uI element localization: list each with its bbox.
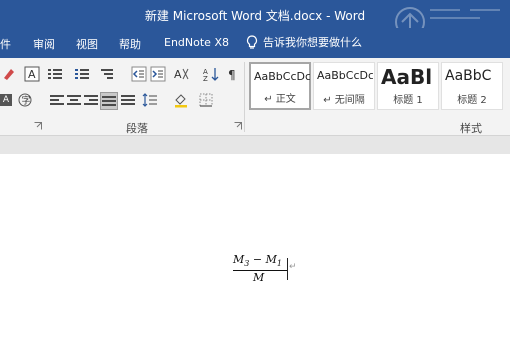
- eq-var: M: [233, 253, 245, 266]
- style-name: ↵ 正文: [264, 94, 296, 105]
- style-name: ↵ 无间隔: [323, 95, 365, 106]
- svg-text:A: A: [28, 68, 36, 81]
- distributed-icon[interactable]: [121, 95, 137, 107]
- document-page[interactable]: [0, 154, 510, 340]
- multilevel-list-icon[interactable]: [101, 68, 117, 80]
- workspace-gap: [0, 136, 510, 154]
- style-sample: AaBbC: [445, 68, 492, 84]
- group-label-paragraph: 段落: [126, 122, 148, 135]
- bullets-icon[interactable]: [48, 68, 64, 80]
- align-center-icon[interactable]: [67, 95, 83, 107]
- asian-layout-icon[interactable]: A: [173, 66, 189, 82]
- svg-text:Z: Z: [203, 75, 208, 82]
- enclose-char-icon[interactable]: 字: [17, 92, 33, 108]
- style-name: 标题 1: [393, 95, 423, 106]
- style-sample: AaBbCcDc: [254, 70, 310, 83]
- tab-view[interactable]: 视图: [76, 36, 98, 52]
- eq-var: M: [265, 253, 277, 266]
- style-heading-2[interactable]: AaBbC 标题 2: [441, 62, 503, 110]
- dialog-launcher-icon[interactable]: [34, 122, 42, 130]
- svg-text:¶: ¶: [228, 68, 236, 82]
- ribbon-tabs: 件 审阅 视图 帮助 EndNote X8 告诉我你想要做什么: [0, 28, 510, 58]
- style-name: 标题 2: [457, 95, 487, 106]
- highlight-icon[interactable]: [1, 66, 17, 82]
- tab-review[interactable]: 审阅: [33, 36, 55, 52]
- ribbon: A A AZ ¶ A 字 AaBbCcDc ↵ 正文 AaBbCcDc ↵ 无间…: [0, 58, 510, 136]
- tell-me-label: 告诉我你想要做什么: [263, 36, 362, 49]
- equation[interactable]: M3 − M1 M: [233, 253, 287, 284]
- dialog-launcher-icon[interactable]: [234, 122, 242, 130]
- style-normal[interactable]: AaBbCcDc ↵ 正文: [249, 62, 311, 110]
- equation-numerator: M3 − M1: [233, 253, 287, 268]
- borders-icon[interactable]: [198, 92, 214, 108]
- align-left-icon[interactable]: [50, 95, 66, 107]
- paragraph-mark: ↵: [289, 262, 297, 272]
- lightbulb-icon: [246, 34, 258, 49]
- style-no-spacing[interactable]: AaBbCcDc ↵ 无间隔: [313, 62, 375, 110]
- group-label-styles: 样式: [460, 122, 482, 135]
- align-right-icon[interactable]: [84, 95, 100, 107]
- style-sample: AaBl: [381, 65, 433, 89]
- show-marks-icon[interactable]: ¶: [226, 66, 242, 82]
- justify-button[interactable]: [100, 92, 118, 110]
- style-sample: AaBbCcDc: [317, 69, 373, 82]
- char-shading-icon[interactable]: A: [0, 94, 12, 106]
- tab-file[interactable]: 件: [0, 36, 11, 52]
- justify-icon: [102, 96, 118, 108]
- text-cursor: [287, 258, 288, 280]
- tell-me-search[interactable]: 告诉我你想要做什么: [246, 34, 362, 50]
- increase-indent-icon[interactable]: [150, 66, 166, 82]
- title-bar: 新建 Microsoft Word 文档.docx - Word: [0, 0, 510, 37]
- decrease-indent-icon[interactable]: [131, 66, 147, 82]
- tab-help[interactable]: 帮助: [119, 36, 141, 52]
- font-box-icon[interactable]: A: [24, 66, 40, 82]
- equation-denominator: M: [253, 271, 265, 284]
- separator: [244, 62, 245, 132]
- tab-endnote[interactable]: EndNote X8: [164, 36, 229, 49]
- numbering-icon[interactable]: [75, 68, 91, 80]
- svg-text:字: 字: [22, 95, 31, 107]
- shading-icon[interactable]: [173, 92, 189, 108]
- sort-icon[interactable]: AZ: [203, 66, 219, 82]
- svg-text:A: A: [174, 68, 182, 81]
- eq-operator: −: [249, 253, 266, 266]
- eq-subscript: 1: [276, 259, 282, 269]
- line-spacing-icon[interactable]: [142, 92, 158, 108]
- style-heading-1[interactable]: AaBl 标题 1: [377, 62, 439, 110]
